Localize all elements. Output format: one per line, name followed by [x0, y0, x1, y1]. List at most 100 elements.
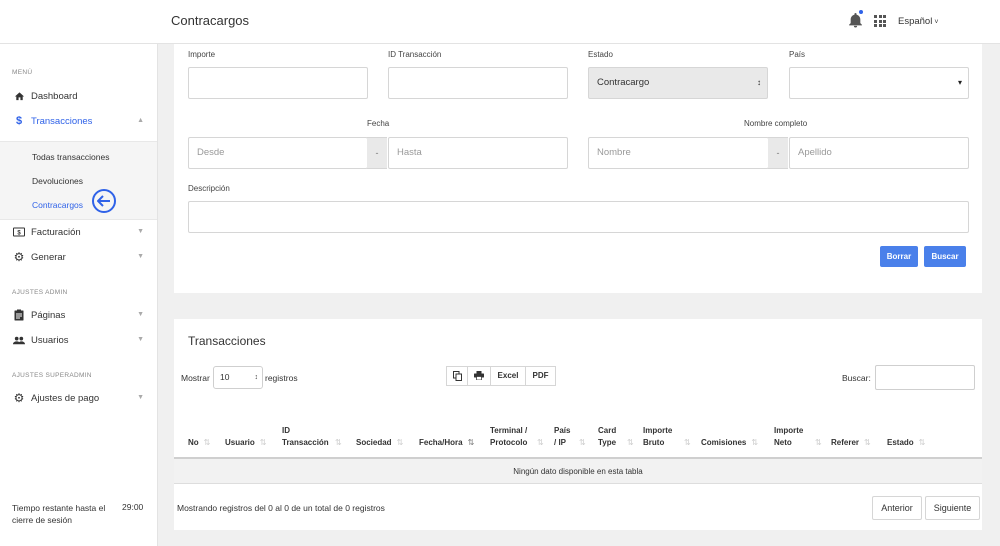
column-header-terminal[interactable]: Terminal / Protocolo ⇅ — [490, 415, 546, 457]
column-header-no[interactable]: No ⇅ — [188, 415, 210, 457]
excel-button[interactable]: Excel — [490, 366, 526, 386]
date-range-separator: - — [367, 137, 387, 169]
sidebar-item-usuarios[interactable]: Usuarios ▼ — [0, 329, 158, 351]
column-header-estado[interactable]: Estado ⇅ — [887, 415, 925, 457]
sidebar-item-transacciones[interactable]: $ Transacciones ▲ — [0, 110, 158, 132]
apps-grid-icon[interactable] — [874, 15, 886, 27]
page-length-select[interactable]: 10 ↕ — [213, 366, 263, 389]
sidebar-item-ajustes-pago[interactable]: ⚙ Ajustes de pago ▼ — [0, 387, 158, 409]
sort-icon: ⇅ — [684, 438, 691, 447]
chevron-down-icon: ▼ — [137, 311, 144, 318]
sidebar-item-dashboard[interactable]: Dashboard — [0, 85, 158, 107]
chevron-down-icon: ▼ — [137, 253, 144, 260]
column-header-importe-bruto[interactable]: Importe Bruto ⇅ — [643, 415, 695, 457]
submenu-item-todas[interactable]: Todas transacciones — [32, 152, 110, 162]
chevron-up-icon: ▲ — [137, 117, 144, 124]
column-header-label: ID Transacción — [282, 426, 329, 447]
sort-icon: ⇅ — [815, 438, 822, 447]
show-label: Mostrar — [181, 373, 210, 383]
importe-input[interactable] — [188, 67, 368, 99]
estado-value: Contracargo — [597, 77, 650, 88]
table-info: Mostrando registros del 0 al 0 de un tot… — [177, 503, 385, 513]
nombre-completo-label: Nombre completo — [744, 119, 808, 128]
transactions-title: Transacciones — [188, 334, 266, 348]
id-transaccion-input[interactable] — [388, 67, 568, 99]
column-header-sociedad[interactable]: Sociedad ⇅ — [356, 415, 403, 457]
fecha-label: Fecha — [367, 119, 390, 128]
borrar-button[interactable]: Borrar — [880, 246, 918, 267]
hasta-input[interactable]: Hasta — [388, 137, 568, 169]
column-header-label: Fecha/Hora — [419, 438, 463, 447]
submenu-item-devoluciones[interactable]: Devoluciones — [32, 176, 83, 186]
transacciones-submenu: Todas transacciones Devoluciones Contrac… — [0, 141, 157, 220]
updown-icon: ↕ — [757, 78, 761, 87]
column-header-pais-ip[interactable]: País / IP ⇅ — [554, 415, 590, 457]
estado-select[interactable]: Contracargo ↕ — [588, 67, 768, 99]
chevron-down-icon: ˅ — [934, 19, 939, 26]
column-header-label: Card Type — [598, 426, 617, 447]
column-header-id-transaccion[interactable]: ID Transacción ⇅ — [282, 415, 347, 457]
chevron-down-icon: ▼ — [137, 336, 144, 343]
desde-placeholder: Desde — [197, 147, 225, 158]
next-page-button[interactable]: Siguiente — [925, 496, 980, 520]
sidebar-item-label: Transacciones — [31, 115, 93, 127]
bell-icon[interactable] — [849, 13, 862, 28]
pais-select[interactable]: ▾ — [789, 67, 969, 99]
apellido-input[interactable]: Apellido — [789, 137, 969, 169]
gear-icon: ⚙ — [13, 391, 25, 405]
session-time: 29:00 — [122, 502, 144, 512]
sort-icon: ⇅ — [203, 438, 211, 447]
column-header-label: No — [188, 438, 199, 447]
sidebar-item-paginas[interactable]: Páginas ▼ — [0, 304, 158, 326]
copy-button[interactable] — [446, 366, 468, 386]
column-header-importe-neto[interactable]: Importe Neto ⇅ — [774, 415, 826, 457]
column-header-comisiones[interactable]: Comisiones ⇅ — [701, 415, 758, 457]
print-button[interactable] — [467, 366, 491, 386]
top-bar: Contracargos Español ˅ — [0, 0, 1000, 44]
sort-icon: ⇅ — [627, 438, 634, 447]
column-header-referer[interactable]: Referer ⇅ — [831, 415, 871, 457]
sidebar: MENÚ Dashboard $ Transacciones ▲ Todas t… — [0, 44, 158, 546]
session-text: Tiempo restante hasta el cierre de sesió… — [12, 503, 106, 525]
column-header-usuario[interactable]: Usuario ⇅ — [225, 415, 267, 457]
descripcion-input[interactable] — [188, 201, 969, 233]
apellido-placeholder: Apellido — [798, 147, 832, 158]
prev-page-button[interactable]: Anterior — [872, 496, 922, 520]
nombre-input[interactable]: Nombre — [588, 137, 769, 169]
estado-label: Estado — [588, 50, 613, 59]
sidebar-item-label: Generar — [31, 251, 66, 263]
page-length-value: 10 — [220, 372, 230, 382]
sort-icon: ⇅ — [864, 438, 871, 447]
submenu-item-contracargos[interactable]: Contracargos — [32, 200, 83, 210]
column-header-label: Comisiones — [701, 438, 747, 447]
importe-label: Importe — [188, 50, 216, 59]
arrow-left-icon — [92, 189, 116, 213]
menu-section-label: MENÚ — [12, 69, 33, 76]
table-search-input[interactable] — [875, 365, 975, 390]
column-header-card-type[interactable]: Card Type ⇅ — [598, 415, 638, 457]
nombre-placeholder: Nombre — [597, 147, 631, 158]
superadmin-section-label: AJUSTES SUPERADMIN — [12, 372, 92, 379]
table-empty-row: Ningún dato disponible en esta tabla — [174, 459, 982, 484]
column-header-label: Usuario — [225, 438, 255, 447]
sort-desc-icon: ⇅ — [467, 438, 475, 447]
sort-icon: ⇅ — [335, 438, 342, 447]
chevron-down-icon: ▼ — [137, 228, 144, 235]
sort-icon: ⇅ — [396, 438, 404, 447]
column-header-label: Estado — [887, 438, 914, 447]
pais-label: País — [789, 50, 806, 59]
column-header-label: Importe Neto — [774, 426, 804, 447]
pdf-button[interactable]: PDF — [525, 366, 556, 386]
sort-icon: ⇅ — [918, 438, 926, 447]
sort-icon: ⇅ — [259, 438, 267, 447]
print-icon — [474, 371, 484, 381]
language-selector[interactable]: Español ˅ — [898, 16, 938, 27]
users-icon — [13, 334, 25, 346]
buscar-button[interactable]: Buscar — [924, 246, 966, 267]
desde-input[interactable]: Desde — [188, 137, 368, 169]
column-header-fecha-hora[interactable]: Fecha/Hora ⇅ — [419, 415, 474, 457]
chevron-down-icon: ▼ — [137, 394, 144, 401]
sidebar-item-label: Usuarios — [31, 334, 69, 346]
sidebar-item-facturacion[interactable]: $ Facturación ▼ — [0, 221, 158, 243]
sidebar-item-generar[interactable]: ⚙ Generar ▼ — [0, 246, 158, 268]
